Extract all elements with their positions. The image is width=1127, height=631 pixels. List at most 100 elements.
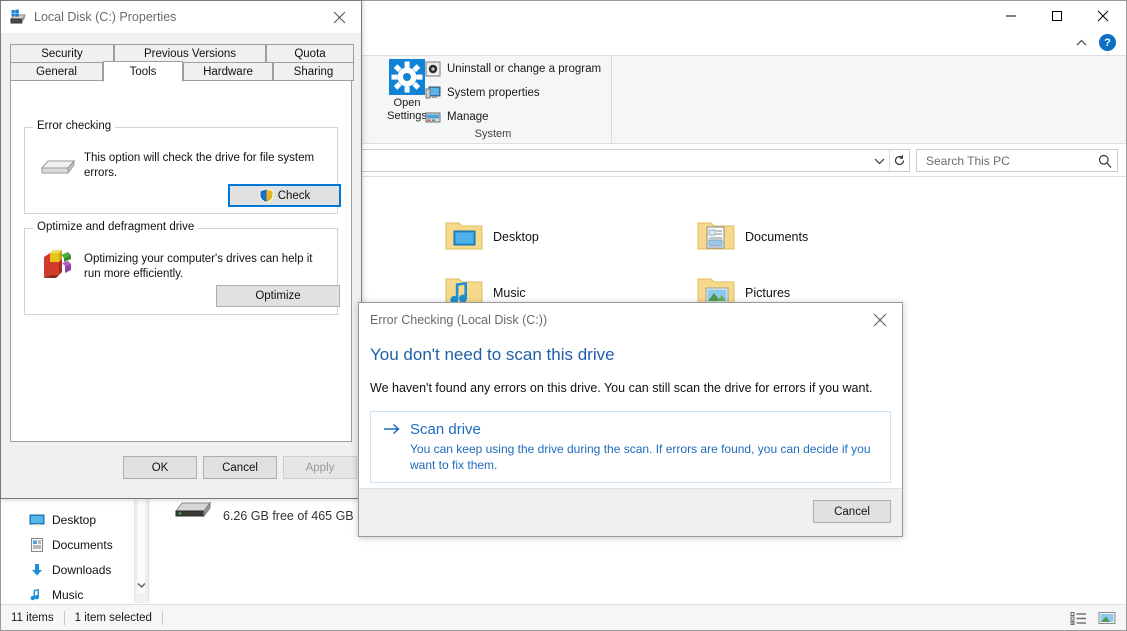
drive-icon <box>40 156 76 183</box>
error-checking-title-text: Error Checking (Local Disk (C:)) <box>370 313 547 327</box>
documents-icon <box>29 537 45 553</box>
gear-icon <box>389 59 425 95</box>
desktop-icon <box>29 512 45 528</box>
folder-label-pictures: Pictures <box>745 286 790 300</box>
tab-tools[interactable]: Tools <box>103 61 183 82</box>
chevron-down-icon[interactable] <box>874 150 889 171</box>
status-items-count: 11 items <box>1 612 64 624</box>
scan-drive-command-link[interactable]: Scan drive You can keep using the drive … <box>370 411 891 483</box>
optimize-button-label: Optimize <box>255 290 300 302</box>
nav-label-desktop: Desktop <box>52 513 96 527</box>
error-checking-subtext: We haven't found any errors on this driv… <box>370 381 888 395</box>
properties-tab-strip: Security Previous Versions Quota General… <box>10 44 352 81</box>
error-checking-cancel-button[interactable]: Cancel <box>813 500 891 523</box>
nav-label-downloads: Downloads <box>52 563 111 577</box>
error-checking-group-title: Error checking <box>33 120 115 132</box>
window-controls <box>988 1 1126 31</box>
downloads-icon <box>29 562 45 578</box>
scrollbar-thumb[interactable] <box>137 498 146 594</box>
maximize-icon[interactable] <box>1034 1 1080 31</box>
folder-item-documents[interactable]: Documents <box>697 218 808 257</box>
uninstall-program-icon <box>425 61 441 77</box>
tab-sharing[interactable]: Sharing <box>273 62 354 81</box>
tab-general[interactable]: General <box>10 62 103 81</box>
status-selection: 1 item selected <box>65 612 162 624</box>
close-icon[interactable] <box>317 1 361 33</box>
system-properties-label: System properties <box>447 87 540 99</box>
error-checking-heading: You don't need to scan this drive <box>370 345 615 365</box>
search-box[interactable] <box>916 149 1118 172</box>
refresh-icon[interactable] <box>889 150 909 171</box>
system-properties-button[interactable]: System properties <box>425 85 540 101</box>
status-separator-2 <box>162 611 163 625</box>
minimize-icon[interactable] <box>988 1 1034 31</box>
tab-security[interactable]: Security <box>10 44 114 63</box>
nav-item-documents[interactable]: Documents <box>1 532 134 557</box>
nav-label-documents: Documents <box>52 538 113 552</box>
large-icons-view-icon[interactable] <box>1096 609 1118 627</box>
properties-footer: OK Cancel Apply <box>1 442 361 498</box>
tools-tab-page: Error checking This option will check th… <box>10 80 352 442</box>
status-bar: 11 items 1 item selected <box>1 604 1126 630</box>
nav-item-music[interactable]: Music <box>1 582 134 603</box>
close-icon[interactable] <box>858 303 902 337</box>
nav-item-desktop[interactable]: Desktop <box>1 507 134 532</box>
optimize-button[interactable]: Optimize <box>216 285 340 307</box>
nav-label-music: Music <box>52 588 83 602</box>
arrow-right-icon <box>383 422 401 439</box>
documents-folder-icon <box>697 218 735 257</box>
optimize-defragment-group: Optimize and defragment drive <box>24 228 338 315</box>
manage-button[interactable]: Manage <box>425 109 489 125</box>
search-icon[interactable] <box>1097 153 1113 169</box>
chevron-up-icon[interactable] <box>1072 34 1090 52</box>
ribbon-group-label-system: System <box>375 128 611 140</box>
folder-label-documents: Documents <box>745 230 808 244</box>
nav-item-downloads[interactable]: Downloads <box>1 557 134 582</box>
folder-label-music: Music <box>493 286 526 300</box>
ribbon-group-system: Open Settings Uninstall or change a prog… <box>375 55 612 143</box>
folder-item-desktop[interactable]: Desktop <box>445 218 539 257</box>
manage-icon <box>425 109 441 125</box>
optimize-description: Optimizing your computer's drives can he… <box>84 252 327 282</box>
uninstall-or-change-a-program-button[interactable]: Uninstall or change a program <box>425 61 601 77</box>
error-checking-description: This option will check the drive for fil… <box>84 151 327 181</box>
manage-label: Manage <box>447 111 489 123</box>
error-checking-dialog: Error Checking (Local Disk (C:)) You don… <box>358 302 903 537</box>
optimize-group-title: Optimize and defragment drive <box>33 221 198 233</box>
tab-hardware[interactable]: Hardware <box>183 62 273 81</box>
scan-drive-title: Scan drive <box>410 421 481 438</box>
help-icon[interactable]: ? <box>1099 34 1116 51</box>
ok-button[interactable]: OK <box>123 456 197 479</box>
scan-drive-description: You can keep using the drive during the … <box>410 441 878 473</box>
desktop-folder-icon <box>445 218 483 257</box>
hard-drive-icon <box>173 498 213 527</box>
folder-label-desktop: Desktop <box>493 230 539 244</box>
open-settings-label-line1: Open <box>394 97 421 110</box>
open-settings-label-line2: Settings <box>387 110 427 123</box>
system-properties-icon <box>425 85 441 101</box>
check-button[interactable]: Check <box>228 184 341 207</box>
uac-shield-icon <box>259 188 274 203</box>
cancel-button[interactable]: Cancel <box>203 456 277 479</box>
view-buttons <box>1068 609 1118 627</box>
properties-title-text: Local Disk (C:) Properties <box>34 10 176 24</box>
defragment-icon <box>40 247 74 286</box>
error-checking-title-bar: Error Checking (Local Disk (C:)) <box>359 303 902 337</box>
search-input[interactable] <box>924 153 1097 169</box>
local-disk-icon <box>10 9 27 26</box>
check-button-label: Check <box>278 190 311 202</box>
drive-item-local-disk[interactable]: 6.26 GB free of 465 GB <box>173 498 354 527</box>
navigation-list-visible: Desktop Documents Downloads <box>1 507 134 603</box>
apply-button: Apply <box>283 456 357 479</box>
music-icon <box>29 587 45 603</box>
properties-title-bar: Local Disk (C:) Properties <box>1 1 361 33</box>
chevron-down-icon[interactable] <box>135 581 148 591</box>
local-disk-properties-dialog: Local Disk (C:) Properties Security Prev… <box>0 0 362 499</box>
drive-free-space-label: 6.26 GB free of 465 GB <box>223 509 354 523</box>
uninstall-program-label: Uninstall or change a program <box>447 63 601 75</box>
details-view-icon[interactable] <box>1068 609 1090 627</box>
error-checking-group: Error checking This option will check th… <box>24 127 338 214</box>
close-icon[interactable] <box>1080 1 1126 31</box>
properties-body: Security Previous Versions Quota General… <box>1 33 361 498</box>
tab-quota[interactable]: Quota <box>266 44 354 63</box>
